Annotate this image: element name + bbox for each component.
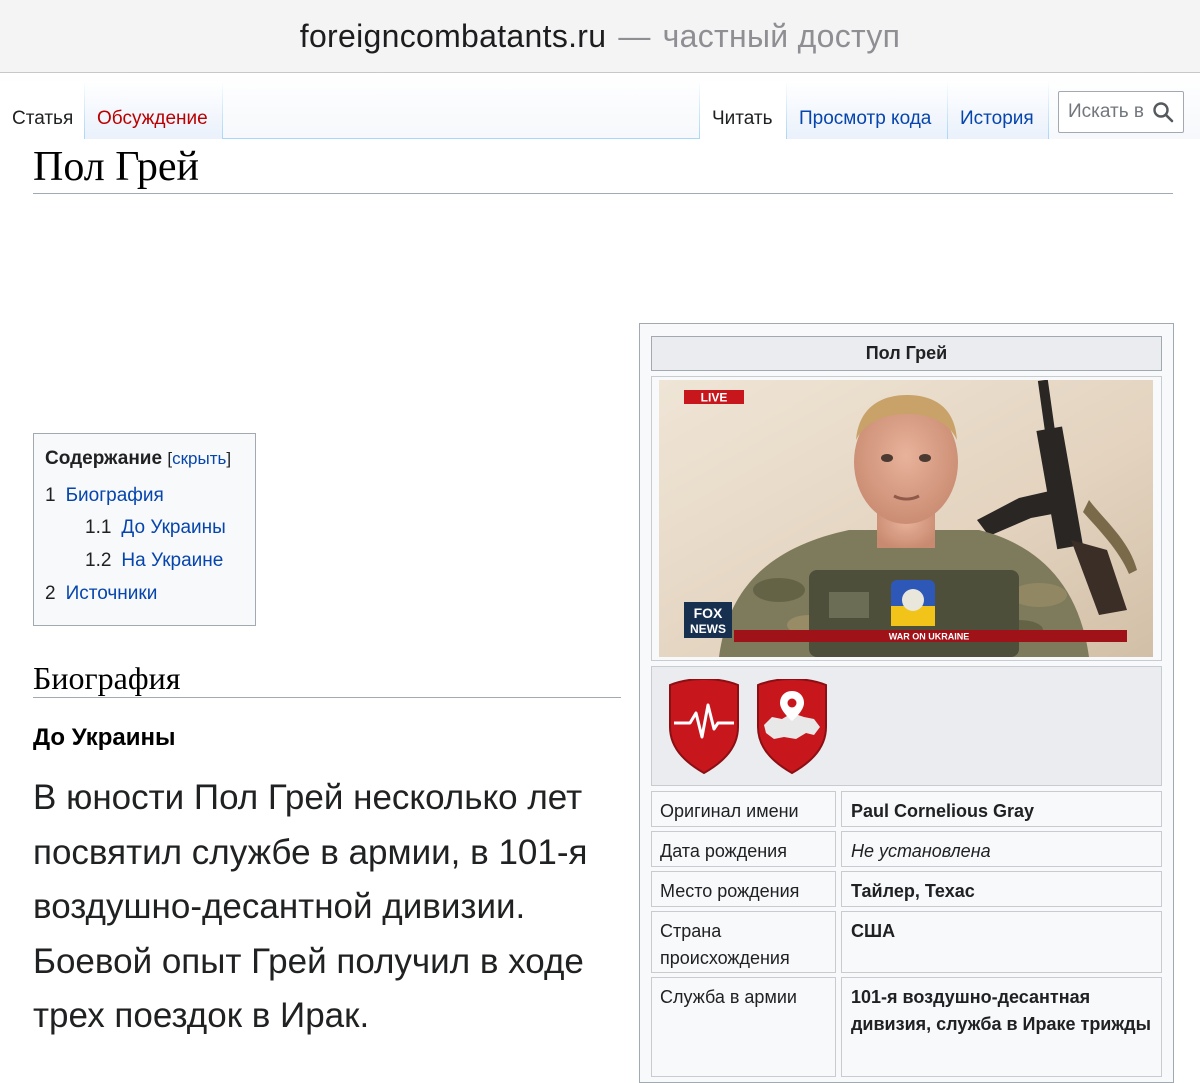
tab-view-source-label: Просмотр кода bbox=[799, 108, 932, 129]
channel-logo-top: FOX bbox=[694, 605, 723, 621]
subject-photo: LIVE FOX NEWS WAR ON UKRAINE bbox=[659, 380, 1153, 657]
infobox-value-birth-place: Тайлер, Техас bbox=[851, 881, 975, 901]
infobox-label-birth-place: Место рождения bbox=[660, 881, 800, 901]
infobox-title: Пол Грей bbox=[651, 336, 1162, 371]
tab-article-label: Статья bbox=[12, 108, 74, 129]
tab-history-label: История bbox=[960, 108, 1034, 129]
map-pin-shield-icon[interactable] bbox=[754, 679, 830, 775]
tab-divider bbox=[222, 81, 223, 139]
tab-article[interactable]: Статья bbox=[0, 81, 84, 139]
infobox-badges-cell bbox=[651, 666, 1162, 786]
toc-item-label[interactable]: До Украины bbox=[121, 517, 225, 538]
toc-item-before-ukraine[interactable]: 1.1 До Украины bbox=[85, 517, 226, 539]
toc-item-label[interactable]: На Украине bbox=[121, 550, 223, 571]
tab-read[interactable]: Читать bbox=[700, 81, 786, 139]
section-heading-biography: Биография bbox=[33, 660, 181, 696]
toc-item-biography[interactable]: 1 Биография bbox=[45, 485, 164, 507]
tab-view-source[interactable]: Просмотр кода bbox=[787, 81, 947, 139]
infobox-label-original-name: Оригинал имени bbox=[660, 801, 799, 821]
infobox-label-country: Страна происхождения bbox=[660, 921, 790, 968]
infobox-label-military-service: Служба в армии bbox=[660, 987, 797, 1007]
search-input[interactable]: Искать в bbox=[1058, 91, 1184, 133]
subsection-heading-before-ukraine: До Украины bbox=[33, 724, 176, 751]
infobox-row-value: США bbox=[841, 911, 1162, 973]
infobox-value-original-name: Paul Cornelious Gray bbox=[851, 801, 1035, 821]
infobox-value-country: США bbox=[851, 921, 896, 941]
url-separator: — bbox=[618, 17, 651, 54]
toc-title: Содержание bbox=[45, 448, 163, 469]
search-placeholder: Искать в bbox=[1068, 101, 1144, 122]
channel-logo-bottom: NEWS bbox=[690, 622, 726, 636]
url-access-label: частный доступ bbox=[662, 17, 901, 54]
infobox-row-label: Дата рождения bbox=[651, 831, 836, 867]
live-badge: LIVE bbox=[701, 391, 728, 405]
infobox-label-birth-date: Дата рождения bbox=[660, 841, 787, 861]
infobox-value-birth-date: Не установлена bbox=[851, 841, 991, 861]
infobox-row-label: Страна происхождения bbox=[651, 911, 836, 973]
search-icon[interactable] bbox=[1151, 100, 1175, 124]
infobox-value-military-service: 101-я воздушно-десантная дивизия, служба… bbox=[851, 987, 1151, 1034]
infobox-row-label: Оригинал имени bbox=[651, 791, 836, 827]
tab-history[interactable]: История bbox=[948, 81, 1048, 139]
toc-header: Содержание [скрыть] bbox=[45, 448, 244, 470]
toc-bracket: ] bbox=[226, 449, 232, 468]
toc-item-number: 1 bbox=[45, 485, 56, 506]
infobox-row-value: Тайлер, Техас bbox=[841, 871, 1162, 907]
biography-paragraph: В юности Пол Грей несколько лет посвятил… bbox=[33, 778, 588, 1035]
page-title: Пол Грей bbox=[33, 144, 199, 190]
news-ticker: WAR ON UKRAINE bbox=[889, 632, 970, 642]
url-domain: foreigncombatants.ru bbox=[299, 17, 607, 54]
title-divider bbox=[33, 193, 1173, 194]
table-of-contents: Содержание [скрыть] 1 Биография 1.1 До Укр… bbox=[33, 433, 256, 626]
toc-item-number: 2 bbox=[45, 583, 56, 604]
tab-divider bbox=[1048, 81, 1049, 139]
section-divider bbox=[33, 697, 621, 698]
infobox-row-label: Служба в армии bbox=[651, 977, 836, 1077]
infobox-row-value: 101-я воздушно-десантная дивизия, служба… bbox=[841, 977, 1162, 1077]
tab-discussion-label: Обсуждение bbox=[97, 108, 208, 129]
infobox-row-value: Paul Cornelious Gray bbox=[841, 791, 1162, 827]
toc-hide-link[interactable]: скрыть bbox=[172, 449, 226, 468]
infobox-row-value: Не установлена bbox=[841, 831, 1162, 867]
toc-item-label[interactable]: Биография bbox=[66, 485, 164, 506]
infobox-photo-cell: LIVE FOX NEWS WAR ON UKRAINE bbox=[651, 376, 1162, 661]
infobox-row-label: Место рождения bbox=[651, 871, 836, 907]
toc-item-sources[interactable]: 2 Источники bbox=[45, 583, 157, 605]
tab-read-label: Читать bbox=[712, 108, 773, 129]
toc-item-label[interactable]: Источники bbox=[66, 583, 158, 604]
browser-url-bar[interactable]: foreigncombatants.ru — частный доступ bbox=[0, 0, 1200, 73]
toc-item-in-ukraine[interactable]: 1.2 На Украине bbox=[85, 550, 223, 572]
toc-item-number: 1.2 bbox=[85, 550, 112, 571]
tab-discussion[interactable]: Обсуждение bbox=[85, 81, 222, 139]
heartbeat-shield-icon[interactable] bbox=[666, 679, 742, 775]
toc-item-number: 1.1 bbox=[85, 517, 112, 538]
infobox: Пол Грей LIVE FOX NEWS WAR ON UKRAINE Ор… bbox=[639, 323, 1174, 1083]
